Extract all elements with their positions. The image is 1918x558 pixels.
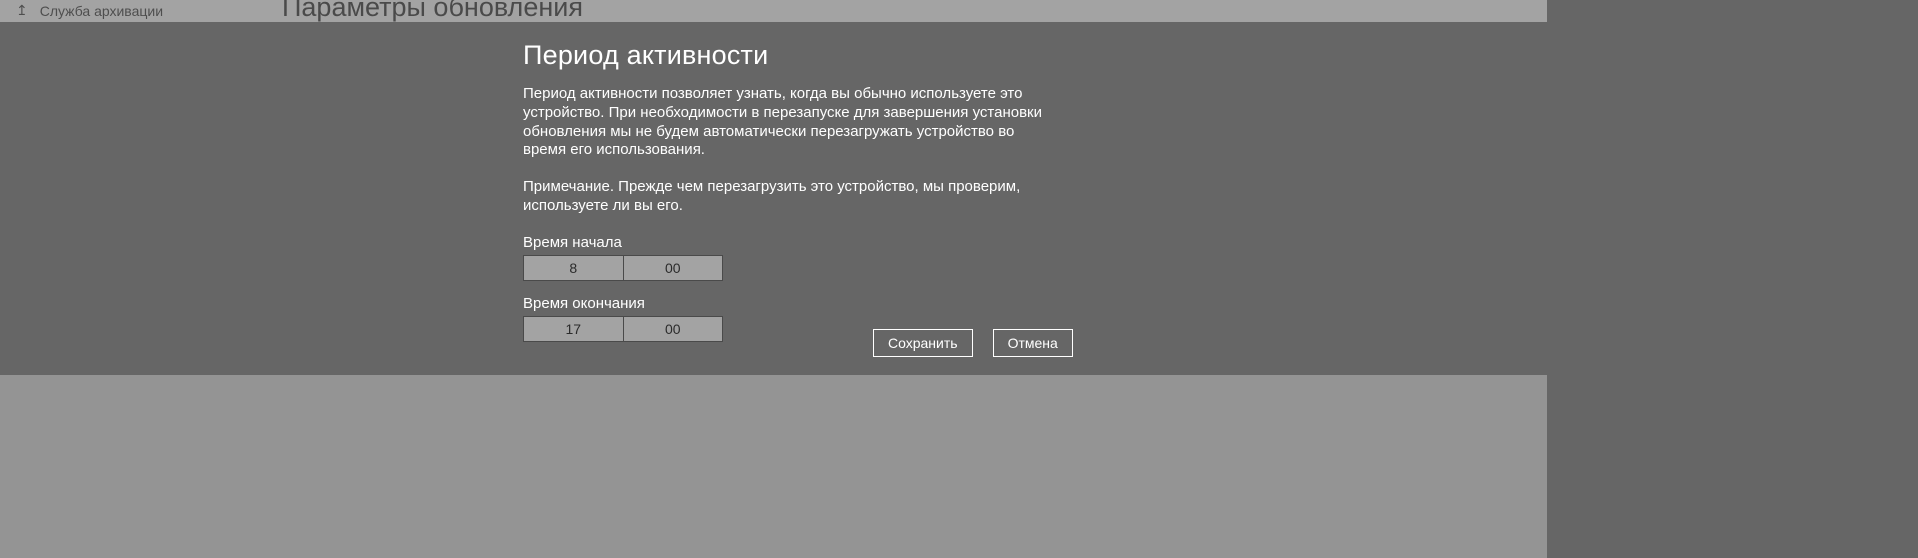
modal-title: Период активности bbox=[523, 40, 1048, 71]
cancel-button[interactable]: Отмена bbox=[993, 329, 1073, 357]
start-time-picker[interactable]: 8 00 bbox=[523, 255, 723, 281]
start-minute-cell[interactable]: 00 bbox=[623, 256, 723, 280]
modal-description: Период активности позволяет узнать, когд… bbox=[523, 85, 1048, 160]
background-heading: Параметры обновления bbox=[282, 0, 583, 23]
background-service-row: ↥ Служба архивации bbox=[0, 0, 1547, 22]
start-time-label: Время начала bbox=[523, 234, 1048, 251]
end-time-label: Время окончания bbox=[523, 295, 1048, 312]
end-minute-cell[interactable]: 00 bbox=[623, 317, 723, 341]
background-bottom-strip bbox=[0, 375, 1547, 558]
end-time-picker[interactable]: 17 00 bbox=[523, 316, 723, 342]
end-hour-cell[interactable]: 17 bbox=[524, 317, 623, 341]
service-label: Служба архивации bbox=[40, 3, 163, 19]
save-button[interactable]: Сохранить bbox=[873, 329, 973, 357]
modal-button-row: Сохранить Отмена bbox=[873, 329, 1073, 357]
modal-note: Примечание. Прежде чем перезагрузить это… bbox=[523, 178, 1048, 216]
active-hours-modal: Период активности Период активности позв… bbox=[0, 22, 1547, 375]
start-hour-cell[interactable]: 8 bbox=[524, 256, 623, 280]
modal-content: Период активности Период активности позв… bbox=[523, 40, 1048, 356]
upload-icon: ↥ bbox=[16, 3, 28, 17]
